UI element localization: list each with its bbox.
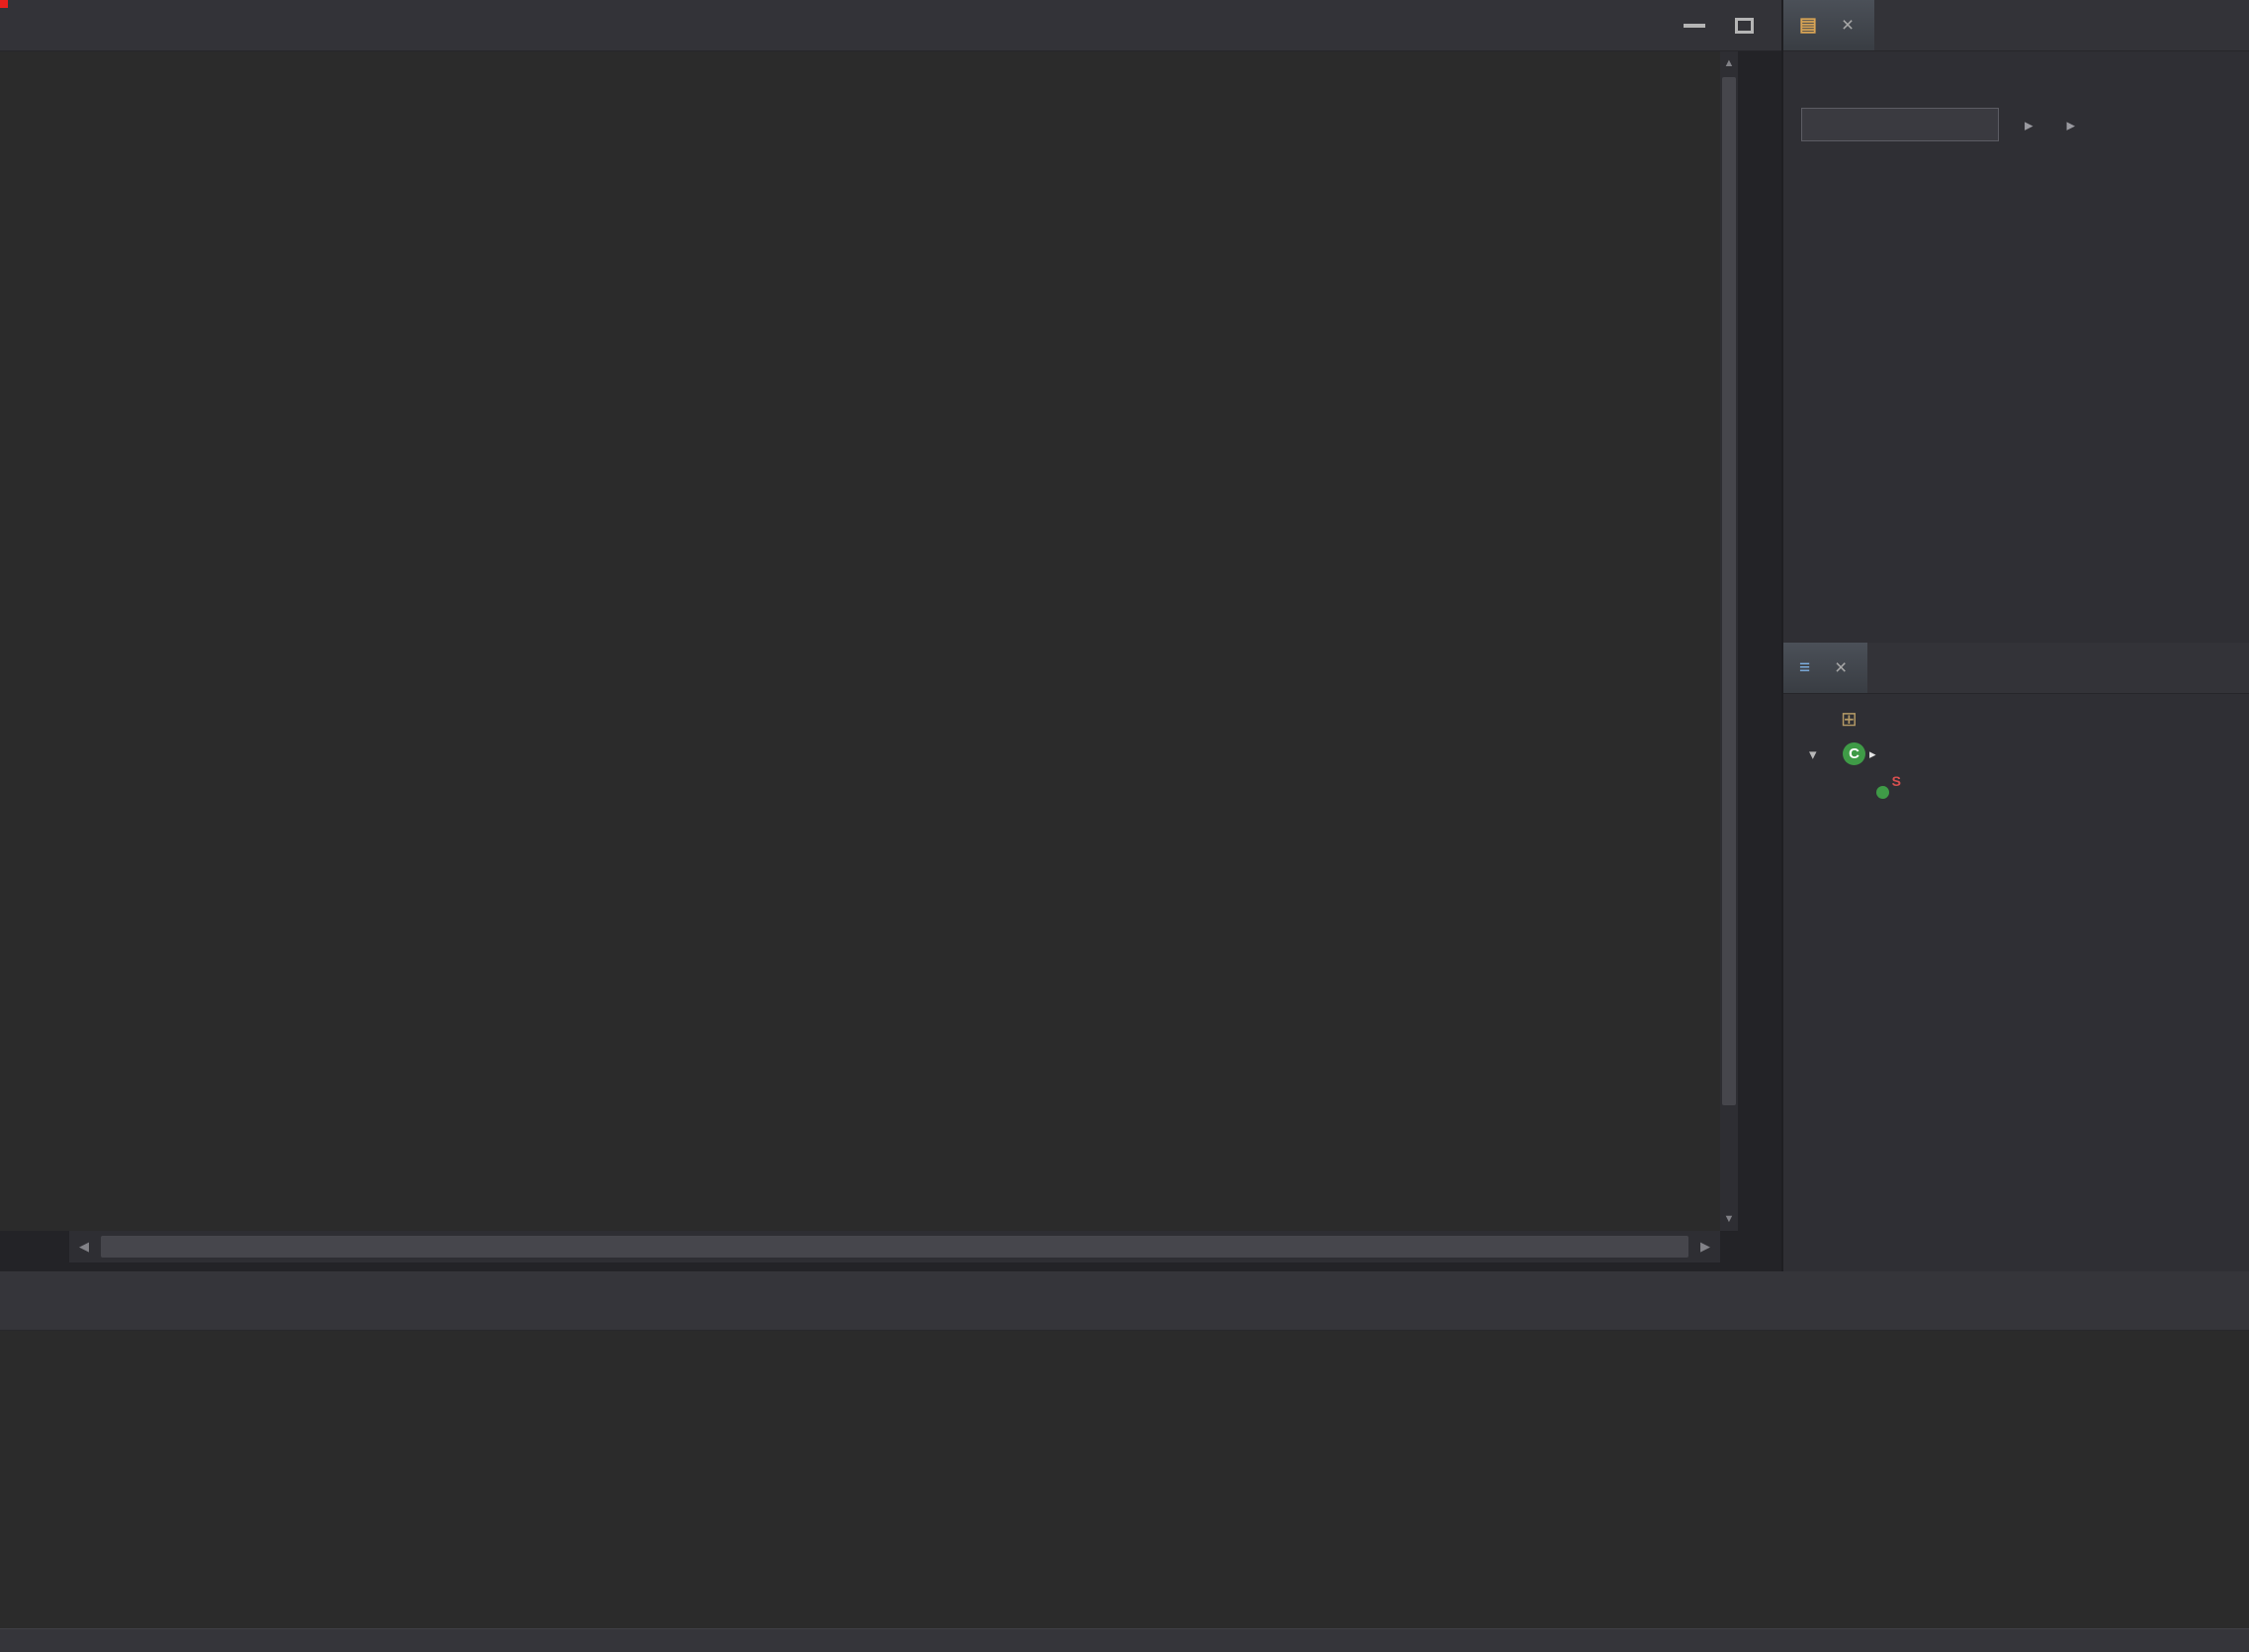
bottom-tabbar bbox=[0, 1271, 2249, 1331]
console-output[interactable] bbox=[0, 1331, 2249, 1333]
line-number-gutter[interactable] bbox=[0, 51, 69, 1231]
scroll-left-icon[interactable] bbox=[69, 1239, 99, 1255]
find-input[interactable] bbox=[1801, 108, 1999, 141]
activate-dropdown[interactable] bbox=[2067, 113, 2084, 136]
bottom-pane bbox=[0, 1271, 2249, 1652]
editor-tabbar bbox=[0, 0, 1781, 51]
task-list-content bbox=[1783, 150, 2249, 643]
right-pane bbox=[1781, 0, 2249, 1271]
outline-package-item[interactable] bbox=[1783, 702, 2249, 737]
horizontal-scrollbar-thumb[interactable] bbox=[101, 1236, 1688, 1258]
task-list-tabbar bbox=[1783, 0, 2249, 51]
public-method-dot-icon bbox=[1876, 786, 1889, 799]
chevron-down-icon[interactable] bbox=[1809, 745, 1831, 763]
dropdown-arrow-icon bbox=[2025, 113, 2033, 136]
editor-pane bbox=[0, 0, 1781, 1271]
status-bar bbox=[0, 1628, 2249, 1652]
view-window-buttons bbox=[1684, 0, 1781, 50]
task-list-toolbar bbox=[1783, 51, 2249, 99]
code-area[interactable] bbox=[69, 51, 1720, 1231]
horizontal-scrollbar[interactable] bbox=[69, 1231, 1720, 1262]
code-editor[interactable] bbox=[0, 51, 1738, 1231]
static-decorator-icon bbox=[1892, 773, 1901, 789]
outline-method-item[interactable] bbox=[1783, 771, 2249, 806]
outline-toolbar bbox=[2241, 643, 2249, 693]
scroll-down-icon[interactable] bbox=[1720, 1207, 1738, 1231]
outline-class-item[interactable] bbox=[1783, 737, 2249, 771]
class-icon bbox=[1843, 742, 1865, 765]
dropdown-arrow-icon bbox=[2067, 113, 2076, 136]
task-list-icon bbox=[1799, 14, 1817, 37]
method-icon bbox=[1874, 776, 1902, 802]
all-dropdown[interactable] bbox=[2025, 113, 2041, 136]
task-list-tab[interactable] bbox=[1783, 0, 1874, 50]
outline-tab[interactable] bbox=[1783, 643, 1867, 693]
scroll-up-icon[interactable] bbox=[1720, 51, 1738, 75]
maximize-icon[interactable] bbox=[1735, 18, 1754, 34]
outline-tree bbox=[1783, 694, 2249, 1271]
task-list-find-row bbox=[1783, 99, 2249, 150]
run-decorator-icon bbox=[1869, 746, 1876, 762]
console-toolbar bbox=[2241, 1271, 2249, 1330]
close-icon[interactable] bbox=[1837, 14, 1859, 38]
outline-icon bbox=[1799, 657, 1810, 679]
close-icon[interactable] bbox=[1830, 656, 1852, 680]
minimize-icon[interactable] bbox=[1684, 24, 1705, 28]
vertical-scrollbar-thumb[interactable] bbox=[1722, 77, 1736, 1105]
scroll-right-icon[interactable] bbox=[1690, 1239, 1720, 1255]
vertical-scrollbar[interactable] bbox=[1720, 51, 1738, 1231]
package-icon bbox=[1841, 707, 1858, 732]
outline-tabbar bbox=[1783, 643, 2249, 694]
